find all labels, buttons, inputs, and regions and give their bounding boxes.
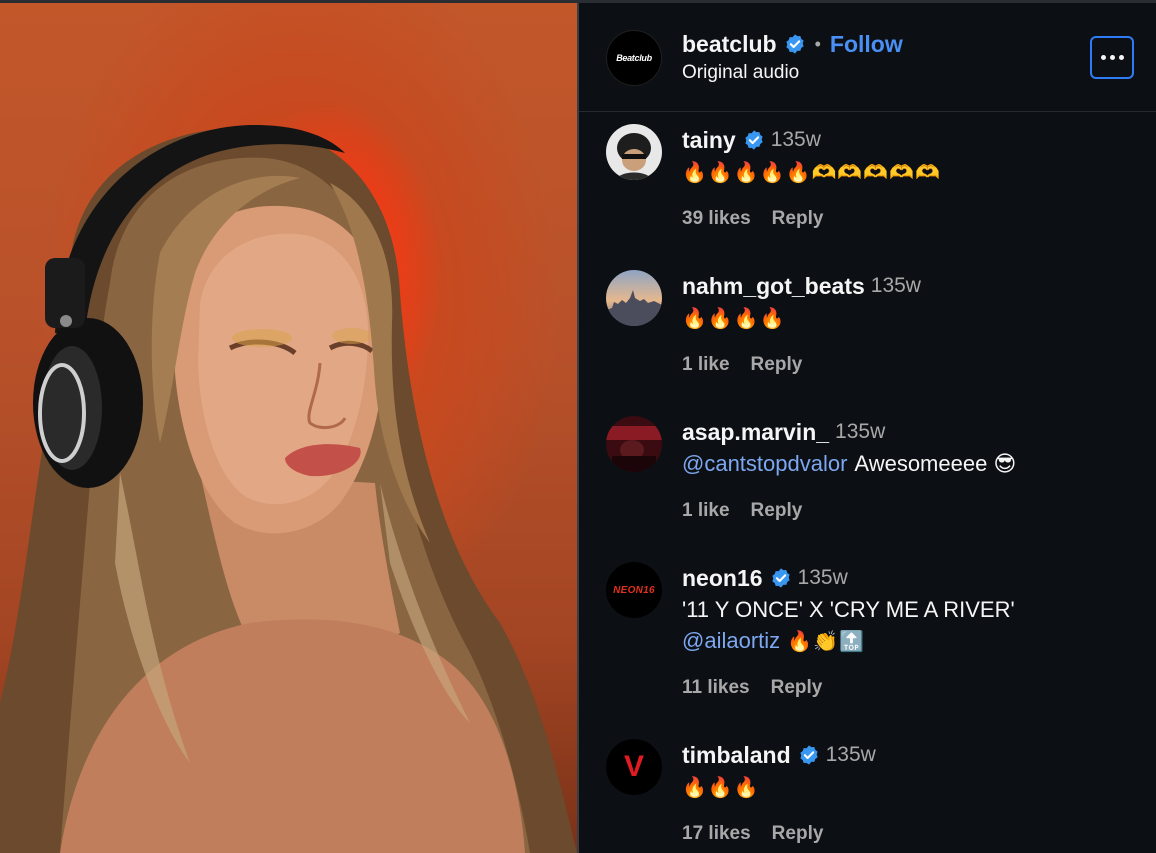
comment-item: nahm_got_beats 135w 🔥🔥🔥🔥 1 like Reply [579, 270, 1156, 416]
like-count[interactable]: 1 like [682, 500, 730, 522]
like-count[interactable]: 11 likes [682, 677, 750, 699]
account-avatar[interactable]: Beatclub [606, 30, 662, 86]
verified-badge-icon [771, 568, 790, 588]
comment-text: @cantstopdvalor Awesomeeee 😎 [682, 450, 1016, 478]
like-count[interactable]: 1 like [682, 354, 730, 376]
avatar-logo-text: V [623, 750, 644, 783]
account-username[interactable]: beatclub [682, 31, 777, 58]
comment-actions: 39 likes Reply [682, 208, 823, 230]
comment-actions: 17 likes Reply [682, 823, 823, 845]
comment-body: '11 Y ONCE' X 'CRY ME A RIVER' [682, 597, 1015, 622]
video-frame-illustration [0, 124, 577, 853]
post-media-video[interactable] [0, 3, 577, 853]
header-name-row: beatclub • Follow [682, 30, 903, 58]
like-count[interactable]: 17 likes [682, 823, 751, 845]
separator-dot: • [814, 33, 821, 54]
verified-badge-icon [745, 130, 763, 150]
comment-username[interactable]: asap.marvin_ [682, 419, 829, 446]
user-photo-avatar [606, 124, 662, 180]
comment-emojis: 🔥🔥🔥 [682, 775, 760, 799]
comment-timestamp[interactable]: 135w [871, 274, 921, 298]
comment-header: asap.marvin_ 135w [682, 418, 885, 446]
more-horizontal-icon [1100, 55, 1106, 60]
comment-actions: 1 like Reply [682, 354, 802, 376]
reply-button[interactable]: Reply [771, 677, 823, 699]
verified-badge-icon [800, 745, 818, 765]
comments-panel: Beatclub beatclub • Follow Original audi… [579, 3, 1156, 853]
comment-item: asap.marvin_ 135w @cantstopdvalor Awesom… [579, 416, 1156, 562]
comment-actions: 11 likes Reply [682, 677, 822, 699]
reply-button[interactable]: Reply [772, 208, 824, 230]
comment-timestamp[interactable]: 135w [771, 128, 821, 152]
comment-username[interactable]: nahm_got_beats [682, 273, 865, 300]
city-skyline-avatar [606, 270, 662, 326]
comment-text-line2: @ailaortiz 🔥👏🔝 [682, 627, 865, 655]
mention-link[interactable]: @ailaortiz [682, 628, 780, 654]
comment-header: tainy 135w [682, 126, 821, 154]
comment-avatar[interactable] [606, 416, 662, 472]
comment-username[interactable]: timbaland [682, 742, 791, 769]
post-header: Beatclub beatclub • Follow Original audi… [579, 3, 1156, 112]
avatar-logo-text: Beatclub [616, 53, 652, 63]
comment-item: V timbaland 135w 🔥🔥🔥 17 likes Reply [579, 739, 1156, 853]
comment-emojis: 🔥🔥🔥🔥 [682, 306, 786, 330]
comment-timestamp[interactable]: 135w [835, 420, 885, 444]
audio-label[interactable]: Original audio [682, 62, 799, 84]
comment-header: neon16 135w [682, 564, 848, 592]
comment-body: Awesomeeee 😎 [854, 451, 1017, 476]
reply-button[interactable]: Reply [772, 823, 824, 845]
comment-timestamp[interactable]: 135w [826, 743, 876, 767]
comment-avatar[interactable] [606, 270, 662, 326]
comment-avatar[interactable]: V [606, 739, 662, 795]
comment-text: 🔥🔥🔥🔥🔥🫶🫶🫶🫶🫶 [682, 158, 941, 186]
comment-username[interactable]: tainy [682, 127, 736, 154]
comment-text: '11 Y ONCE' X 'CRY ME A RIVER' [682, 596, 1015, 624]
comment-timestamp[interactable]: 135w [798, 566, 848, 590]
comment-username[interactable]: neon16 [682, 565, 763, 592]
avatar-logo-text: NEON16 [613, 584, 655, 596]
like-count[interactable]: 39 likes [682, 208, 751, 230]
comment-avatar[interactable] [606, 124, 662, 180]
reply-button[interactable]: Reply [751, 354, 803, 376]
comment-actions: 1 like Reply [682, 500, 802, 522]
comment-item: NEON16 neon16 135w '11 Y ONCE' X 'CRY ME… [579, 562, 1156, 708]
comment-header: nahm_got_beats 135w [682, 272, 921, 300]
follow-button[interactable]: Follow [830, 31, 903, 58]
mention-link[interactable]: @cantstopdvalor [682, 451, 847, 477]
verified-badge-icon [785, 34, 804, 54]
user-photo-avatar [606, 416, 662, 472]
comment-item: tainy 135w 🔥🔥🔥🔥🔥🫶🫶🫶🫶🫶 39 likes Reply [579, 124, 1156, 270]
comment-avatar[interactable]: NEON16 [606, 562, 662, 618]
comment-emojis: 🔥👏🔝 [787, 629, 865, 653]
comment-emojis: 🔥🔥🔥🔥🔥🫶🫶🫶🫶🫶 [682, 160, 942, 184]
comment-text: 🔥🔥🔥 [682, 773, 760, 801]
reply-button[interactable]: Reply [751, 500, 803, 522]
comment-header: timbaland 135w [682, 741, 876, 769]
comment-text: 🔥🔥🔥🔥 [682, 304, 786, 332]
more-options-button[interactable] [1090, 36, 1134, 79]
